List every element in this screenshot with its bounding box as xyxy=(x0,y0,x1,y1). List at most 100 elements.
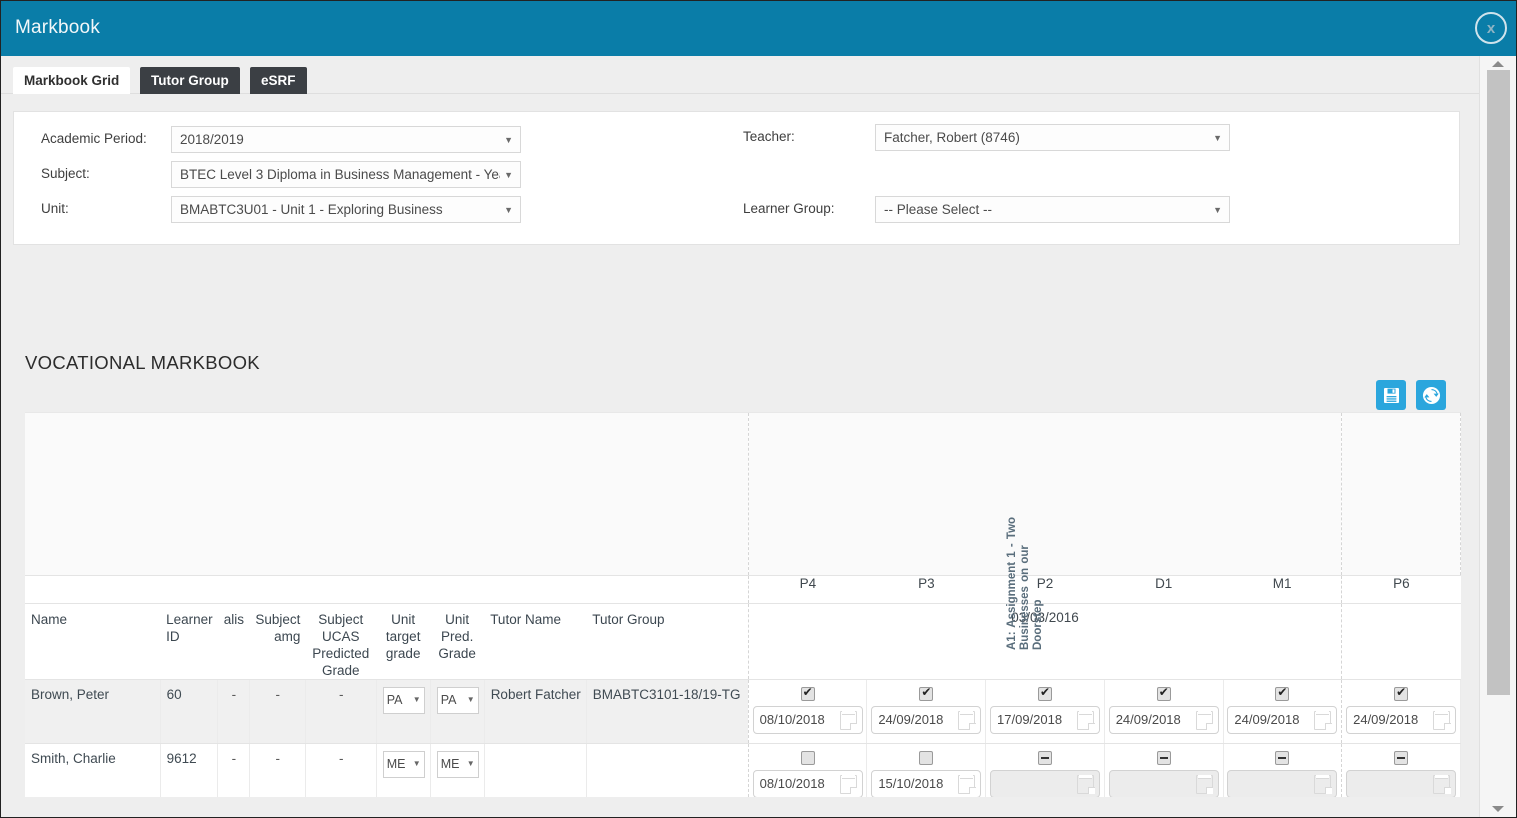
criteria-date-input[interactable]: 08/10/2018 xyxy=(752,705,863,734)
cell-unit-pred-grade: PA ▼ xyxy=(430,679,485,744)
criteria-checkbox[interactable] xyxy=(1394,685,1409,701)
criteria-header-m1[interactable]: M1 xyxy=(1223,574,1343,604)
calendar-icon[interactable] xyxy=(839,710,858,731)
grade-cell: 08/10/2018 xyxy=(748,679,868,744)
tab-esrf[interactable]: eSRF xyxy=(250,67,307,94)
chevron-down-icon[interactable] xyxy=(1492,806,1504,812)
academic-period-label: Academic Period: xyxy=(41,131,147,146)
criteria-checkbox[interactable] xyxy=(919,685,934,701)
criteria-checkbox[interactable] xyxy=(1156,685,1171,701)
assignment-title: A1: Assignment 1 - Two Businesses on our… xyxy=(1006,516,1045,650)
assignment-band-spacer xyxy=(25,413,749,575)
cell-unit-target-grade: PA ▼ xyxy=(376,679,431,744)
grade-cell: 24/09/2018 xyxy=(866,679,987,744)
criteria-header-p2[interactable]: P2 xyxy=(985,574,1105,604)
grade-cell: 24/09/2018 xyxy=(1223,679,1343,744)
subject-select[interactable]: BTEC Level 3 Diploma in Business Managem… xyxy=(171,161,521,188)
criteria-checkbox[interactable] xyxy=(919,750,934,765)
criteria-date-input[interactable]: 24/09/2018 xyxy=(1227,705,1338,734)
calendar-icon[interactable] xyxy=(1077,710,1095,731)
criteria-date-input[interactable]: 24/09/2018 xyxy=(1346,705,1457,734)
criteria-header-row: P4 P3 P2 D1 M1 P6 xyxy=(25,574,1461,604)
criteria-date-input[interactable]: 24/09/2018 xyxy=(1108,705,1219,734)
chevron-down-icon: ▼ xyxy=(1213,204,1222,215)
unit-pred-grade-select[interactable]: ME ▼ xyxy=(436,750,479,778)
criteria-date-input[interactable]: 15/10/2018 xyxy=(871,769,982,798)
criteria-checkbox[interactable] xyxy=(1156,750,1171,765)
grade-cell: 17/09/2018 xyxy=(985,679,1105,744)
criteria-checkbox[interactable] xyxy=(800,750,815,765)
subject-value: BTEC Level 3 Diploma in Business Managem… xyxy=(180,167,500,182)
criteria-date-value: 17/09/2018 xyxy=(997,712,1063,728)
column-header-subject-ucas-predicted-grade[interactable]: Subject UCAS Predicted Grade xyxy=(305,603,377,680)
criteria-checkbox[interactable] xyxy=(1038,750,1053,765)
teacher-label: Teacher: xyxy=(743,129,795,144)
criteria-date-input[interactable]: 08/10/2018 xyxy=(752,769,863,798)
refresh-sync-icon xyxy=(1422,386,1440,404)
calendar-icon[interactable] xyxy=(958,774,976,795)
grade-cell: 24/09/2018 xyxy=(1341,679,1461,744)
markbook-grid: A1: Assignment 1 - Two Businesses on our… xyxy=(25,412,1461,817)
cell-subject-ucas-predicted-grade: - xyxy=(305,679,377,744)
criteria-checkbox[interactable] xyxy=(1038,685,1053,701)
column-header-tutor-group[interactable]: Tutor Group xyxy=(586,603,749,680)
window-titlebar: Markbook x xyxy=(1,1,1516,56)
column-header-learner-id[interactable]: Learner ID xyxy=(160,603,218,680)
column-header-tutor-name[interactable]: Tutor Name xyxy=(484,603,587,680)
column-header-alis[interactable]: alis xyxy=(217,603,250,680)
close-circle-icon[interactable]: x xyxy=(1475,12,1507,44)
column-header-name[interactable]: Name xyxy=(25,603,161,680)
criteria-header-p4[interactable]: P4 xyxy=(748,574,867,604)
criteria-checkbox[interactable] xyxy=(1275,685,1290,701)
unit-target-grade-select[interactable]: PA ▼ xyxy=(382,686,425,714)
teacher-select[interactable]: Fatcher, Robert (8746) ▼ xyxy=(875,124,1230,151)
calendar-icon[interactable] xyxy=(1433,710,1451,731)
unit-label: Unit: xyxy=(41,201,69,216)
scrollbar-thumb[interactable] xyxy=(1487,70,1510,695)
grade-cell: 24/09/2018 xyxy=(1104,679,1224,744)
vertical-scrollbar[interactable] xyxy=(1479,56,1516,817)
unit-select[interactable]: BMABTC3U01 - Unit 1 - Exploring Business… xyxy=(171,196,521,223)
calendar-icon[interactable] xyxy=(1314,710,1332,731)
tab-tutor-group[interactable]: Tutor Group xyxy=(140,67,240,94)
chevron-up-icon[interactable] xyxy=(1492,61,1504,67)
criteria-checkbox[interactable] xyxy=(1394,750,1409,765)
column-header-subject-amg[interactable]: Subject amg xyxy=(249,603,306,680)
criteria-header-p6[interactable]: P6 xyxy=(1341,574,1461,604)
criteria-header-p3[interactable]: P3 xyxy=(866,574,986,604)
criteria-checkbox[interactable] xyxy=(800,685,815,701)
tab-strip: Markbook Grid Tutor Group eSRF xyxy=(1,56,1481,94)
cell-tutor-group: BMABTC3101-18/19-TG xyxy=(586,679,749,744)
assignment-band-extra xyxy=(1341,413,1461,575)
learner-group-label: Learner Group: xyxy=(743,201,835,216)
chevron-down-icon: ▼ xyxy=(504,169,513,180)
learner-group-select[interactable]: -- Please Select -- ▼ xyxy=(875,196,1230,223)
assignment-due-date-spacer xyxy=(1341,603,1461,680)
save-button[interactable] xyxy=(1376,380,1406,410)
calendar-icon[interactable] xyxy=(1195,710,1214,731)
unit-target-grade-select[interactable]: ME ▼ xyxy=(382,750,425,778)
calendar-icon xyxy=(1314,774,1332,795)
cell-learner-id: 60 xyxy=(160,679,219,744)
refresh-button[interactable] xyxy=(1416,380,1446,410)
column-header-unit-target-grade[interactable]: Unit target grade xyxy=(376,603,431,680)
column-header-unit-pred-grade[interactable]: Unit Pred. Grade xyxy=(430,603,485,680)
academic-period-select[interactable]: 2018/2019 ▼ xyxy=(171,126,521,153)
assignment-band-row: A1: Assignment 1 - Two Businesses on our… xyxy=(25,413,1461,650)
criteria-date-value: 24/09/2018 xyxy=(878,712,944,728)
subject-label: Subject: xyxy=(41,166,90,181)
unit-pred-grade-value: ME xyxy=(440,757,460,771)
criteria-date-value: 24/09/2018 xyxy=(1234,712,1300,728)
calendar-icon[interactable] xyxy=(839,774,858,795)
assignment-title-cell: A1: Assignment 1 - Two Businesses on our… xyxy=(748,413,1343,650)
criteria-header-d1[interactable]: D1 xyxy=(1104,574,1224,604)
criteria-header-spacer xyxy=(25,574,749,604)
cell-subject-amg: - xyxy=(249,679,306,744)
criteria-date-input[interactable]: 24/09/2018 xyxy=(871,705,982,734)
calendar-icon[interactable] xyxy=(958,710,976,731)
criteria-date-input[interactable]: 17/09/2018 xyxy=(990,705,1101,734)
unit-pred-grade-select[interactable]: PA ▼ xyxy=(436,686,479,714)
tab-markbook-grid[interactable]: Markbook Grid xyxy=(13,67,131,94)
chevron-down-icon: ▼ xyxy=(412,695,421,704)
criteria-checkbox[interactable] xyxy=(1275,750,1290,765)
